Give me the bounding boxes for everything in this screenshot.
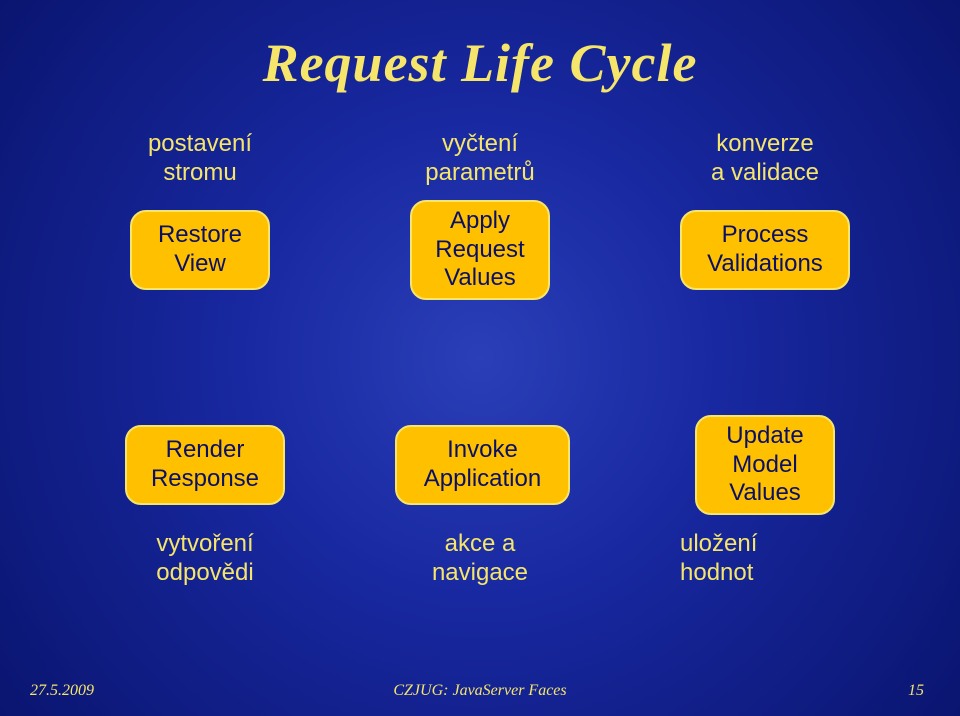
phase-apply-request-values: Apply Request Values xyxy=(410,200,550,300)
label-konverze-validace: konverze a validace xyxy=(665,130,865,188)
label-postaveni-stromu: postavení stromu xyxy=(115,130,285,188)
phase-process-validations: Process Validations xyxy=(680,210,850,290)
phase-invoke-application: Invoke Application xyxy=(395,425,570,505)
label-vycteni-parametru: vyčtení parametrů xyxy=(380,130,580,188)
label-ulozeni-hodnot: uložení hodnot xyxy=(680,530,850,588)
footer-title: CZJUG: JavaServer Faces xyxy=(0,682,960,700)
phase-render-response: Render Response xyxy=(125,425,285,505)
label-vytvoreni-odpovedi: vytvoření odpovědi xyxy=(115,530,295,588)
label-akce-navigace: akce a navigace xyxy=(390,530,570,588)
slide-title: Request Life Cycle xyxy=(0,32,960,94)
phase-update-model-values: Update Model Values xyxy=(695,415,835,515)
footer-page-number: 15 xyxy=(908,682,924,700)
phase-restore-view: Restore View xyxy=(130,210,270,290)
